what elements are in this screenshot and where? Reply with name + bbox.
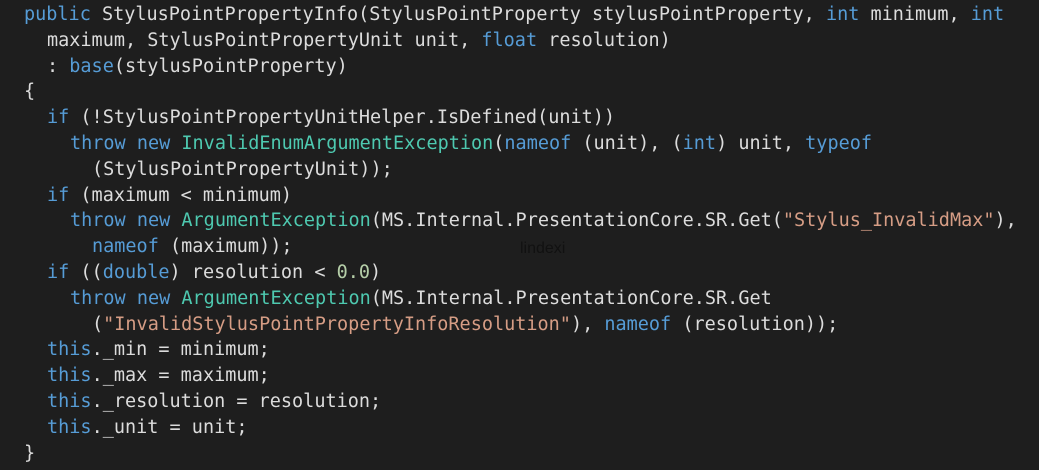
code-token: float: [481, 29, 538, 51]
code-token: ._min = minimum;: [91, 339, 270, 361]
code-token: InvalidEnumArgumentException: [181, 133, 494, 154]
code-token: 0.0: [336, 262, 371, 283]
code-token: (resolution));: [671, 313, 839, 335]
code-line: this._min = minimum;: [47, 337, 270, 363]
code-token: (!StylusPointPropertyUnitHelper.IsDefine…: [69, 107, 616, 129]
code-token: ),: [570, 313, 605, 335]
code-line: throw new ArgumentException(MS.Internal.…: [70, 286, 772, 312]
code-token: (MS.Internal.PresentationCore.SR.Get: [370, 287, 772, 309]
code-token: (: [92, 313, 104, 335]
code-token: int: [825, 4, 860, 25]
code-token: (maximum < minimum): [69, 184, 293, 206]
watermark-text: lindexi: [520, 240, 566, 257]
code-token: ._resolution = resolution;: [91, 391, 382, 412]
code-token: ._max = maximum;: [91, 365, 270, 387]
code-token: (unit), (: [571, 133, 683, 154]
code-line: if (maximum < minimum): [47, 183, 292, 209]
code-line: throw new InvalidEnumArgumentException(n…: [70, 131, 872, 157]
code-token: if: [47, 262, 70, 283]
code-token: new: [136, 210, 171, 232]
code-token: (: [493, 133, 505, 154]
code-token: base: [69, 55, 114, 77]
code-line: public StylusPointPropertyInfo(StylusPoi…: [24, 2, 1004, 28]
code-token: throw: [70, 210, 126, 232]
code-token: maximum, StylusPointPropertyUnit unit,: [47, 29, 482, 51]
code-token: ),: [994, 210, 1017, 232]
code-token: }: [24, 442, 36, 464]
code-token: int: [682, 133, 717, 154]
code-token: "InvalidStylusPointPropertyInfoResolutio…: [103, 313, 571, 335]
code-line: nameof (maximum));: [92, 234, 292, 260]
code-token: (MS.Internal.PresentationCore.SR.Get(: [370, 210, 783, 232]
code-token: :: [47, 55, 70, 77]
code-token: if: [47, 184, 70, 206]
code-line: if (!StylusPointPropertyUnitHelper.IsDef…: [47, 105, 615, 131]
code-token: int: [970, 4, 1005, 25]
code-line: this._max = maximum;: [47, 363, 270, 389]
code-token: {: [24, 81, 36, 103]
code-token: throw: [70, 133, 126, 154]
code-token: nameof: [504, 133, 572, 154]
code-token: (StylusPointPropertyUnit));: [92, 158, 393, 180]
code-token: ((: [69, 262, 103, 283]
code-token: ): [370, 262, 382, 283]
code-token: if: [47, 107, 70, 129]
code-token: throw: [70, 287, 126, 309]
code-token: minimum,: [859, 4, 971, 25]
code-token: (stylusPointProperty): [113, 55, 348, 77]
code-line: if ((double) resolution < 0.0): [47, 260, 381, 286]
code-token: ArgumentException: [181, 210, 371, 232]
code-line: this._unit = unit;: [47, 415, 248, 441]
code-token: this: [47, 339, 92, 361]
code-token: "Stylus_InvalidMax": [782, 210, 995, 232]
code-line: throw new ArgumentException(MS.Internal.…: [70, 208, 1017, 234]
code-token: this: [47, 365, 92, 387]
code-token: public: [24, 4, 91, 25]
code-token: resolution): [537, 29, 671, 51]
code-line: : base(stylusPointProperty): [47, 54, 348, 80]
code-token: typeof: [805, 133, 872, 154]
code-line: (StylusPointPropertyUnit));: [92, 157, 393, 183]
code-token: new: [136, 133, 171, 154]
code-line: this._resolution = resolution;: [47, 389, 381, 415]
code-token: double: [102, 262, 170, 283]
code-token: this: [47, 391, 92, 412]
code-token: (maximum));: [158, 236, 293, 258]
code-line: {: [24, 79, 35, 105]
code-line: maximum, StylusPointPropertyUnit unit, f…: [47, 28, 671, 54]
code-token: StylusPointPropertyInfo(StylusPointPrope…: [90, 4, 826, 25]
code-line: }: [24, 441, 35, 467]
code-line: ("InvalidStylusPointPropertyInfoResoluti…: [92, 312, 838, 338]
code-token: new: [136, 287, 171, 309]
code-token: nameof: [92, 236, 159, 258]
code-token: ArgumentException: [181, 287, 371, 309]
code-token: this: [47, 416, 92, 438]
code-token: ) unit,: [716, 133, 806, 154]
code-token: ._unit = unit;: [91, 416, 248, 438]
code-editor[interactable]: public StylusPointPropertyInfo(StylusPoi…: [0, 0, 1039, 470]
code-token: nameof: [604, 313, 672, 335]
code-token: ) resolution <: [169, 262, 337, 283]
